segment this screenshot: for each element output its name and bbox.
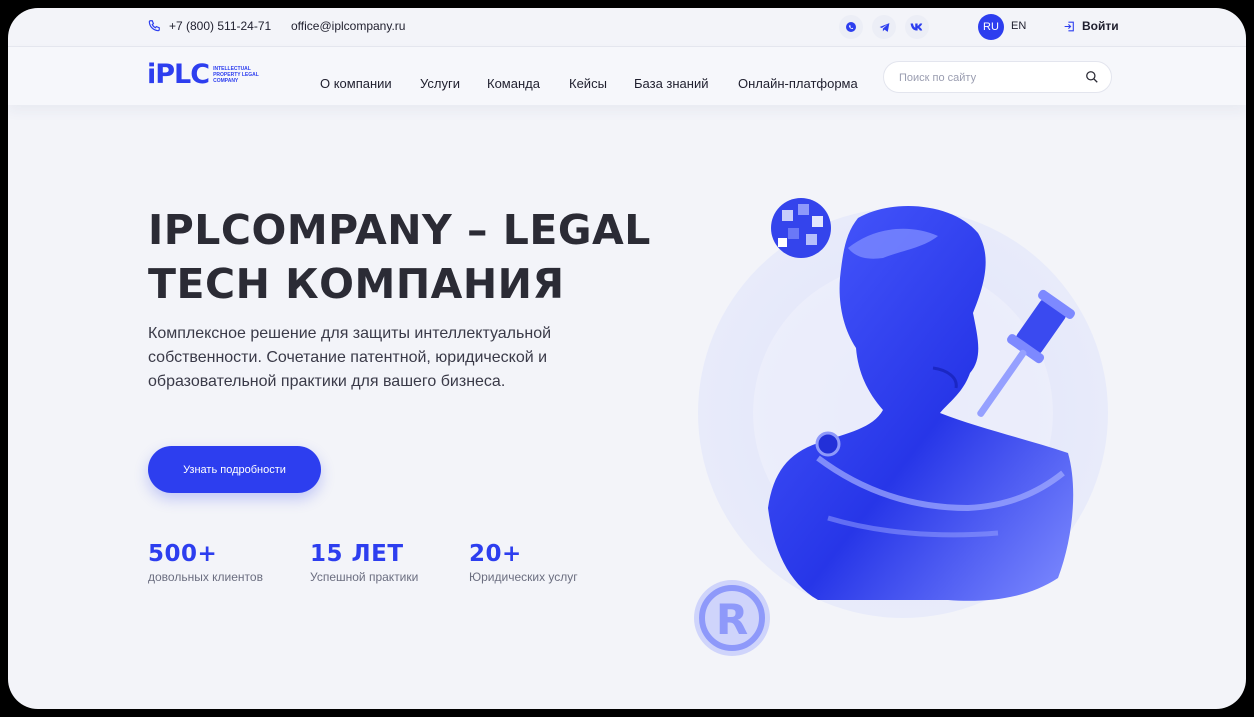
learn-more-button[interactable]: Узнать подробности xyxy=(148,446,321,493)
email-address: office@iplcompany.ru xyxy=(291,19,406,33)
nav-item-services[interactable]: Услуги xyxy=(420,76,460,91)
nav-item-about[interactable]: О компании xyxy=(320,76,392,91)
whatsapp-link[interactable] xyxy=(839,15,863,39)
lang-ru-button[interactable]: RU xyxy=(978,14,1004,40)
search-box xyxy=(883,61,1112,93)
stat-years: 15 ЛЕТ Успешной практики xyxy=(310,540,418,584)
page-frame: +7 (800) 511-24-71 office@iplcompany.ru … xyxy=(8,8,1246,709)
main-nav: iPLC INTELLECTUAL PROPERTY LEGAL COMPANY… xyxy=(8,47,1246,105)
logo-text: iPLC xyxy=(147,59,210,90)
phone-link[interactable]: +7 (800) 511-24-71 xyxy=(147,19,271,33)
search-input[interactable] xyxy=(897,68,1081,88)
telegram-link[interactable] xyxy=(872,15,896,39)
stat-value: 20+ xyxy=(469,541,522,567)
svg-text:R: R xyxy=(716,595,748,644)
stat-label: Успешной практики xyxy=(310,570,419,584)
nav-item-knowledge-base[interactable]: База знаний xyxy=(634,76,709,91)
phone-number: +7 (800) 511-24-71 xyxy=(169,19,272,33)
search-icon[interactable] xyxy=(1085,70,1099,84)
login-label: Войти xyxy=(1082,19,1119,33)
phone-icon xyxy=(148,20,160,32)
email-link[interactable]: office@iplcompany.ru xyxy=(291,19,405,33)
hero-title-line-2: TECH КОМПАНИЯ xyxy=(148,260,565,308)
top-bar: +7 (800) 511-24-71 office@iplcompany.ru … xyxy=(8,8,1246,47)
hero-title-line-1: IPLCOMPANY – LEGAL xyxy=(148,206,651,254)
telegram-icon xyxy=(879,22,889,32)
stat-services: 20+ Юридических услуг xyxy=(469,540,578,584)
stat-clients: 500+ довольных клиентов xyxy=(148,540,263,584)
whatsapp-icon xyxy=(846,22,856,32)
stat-value: 15 ЛЕТ xyxy=(310,541,404,567)
logo-subtitle: INTELLECTUAL PROPERTY LEGAL COMPANY xyxy=(213,66,259,84)
hero-description: Комплексное решение для защиты интеллект… xyxy=(148,325,552,390)
registered-icon: R xyxy=(694,580,770,656)
nav-item-online-platform[interactable]: Онлайн-платформа xyxy=(738,76,858,91)
vk-link[interactable] xyxy=(905,15,929,39)
login-icon xyxy=(1064,21,1074,31)
login-button[interactable]: Войти xyxy=(1063,19,1119,33)
lang-en-button[interactable]: EN xyxy=(1011,20,1026,32)
hero-illustration: R xyxy=(694,198,1108,656)
nav-item-team[interactable]: Команда xyxy=(487,76,540,91)
hero-title: IPLCOMPANY – LEGAL TECH КОМПАНИЯ xyxy=(148,203,688,311)
vk-icon xyxy=(910,23,923,31)
stat-label: довольных клиентов xyxy=(148,570,263,584)
stat-label: Юридических услуг xyxy=(469,570,578,584)
stat-value: 500+ xyxy=(148,541,218,567)
cube-sphere-icon xyxy=(771,198,831,258)
nav-item-cases[interactable]: Кейсы xyxy=(569,76,607,91)
logo[interactable]: iPLC INTELLECTUAL PROPERTY LEGAL COMPANY xyxy=(147,61,261,89)
